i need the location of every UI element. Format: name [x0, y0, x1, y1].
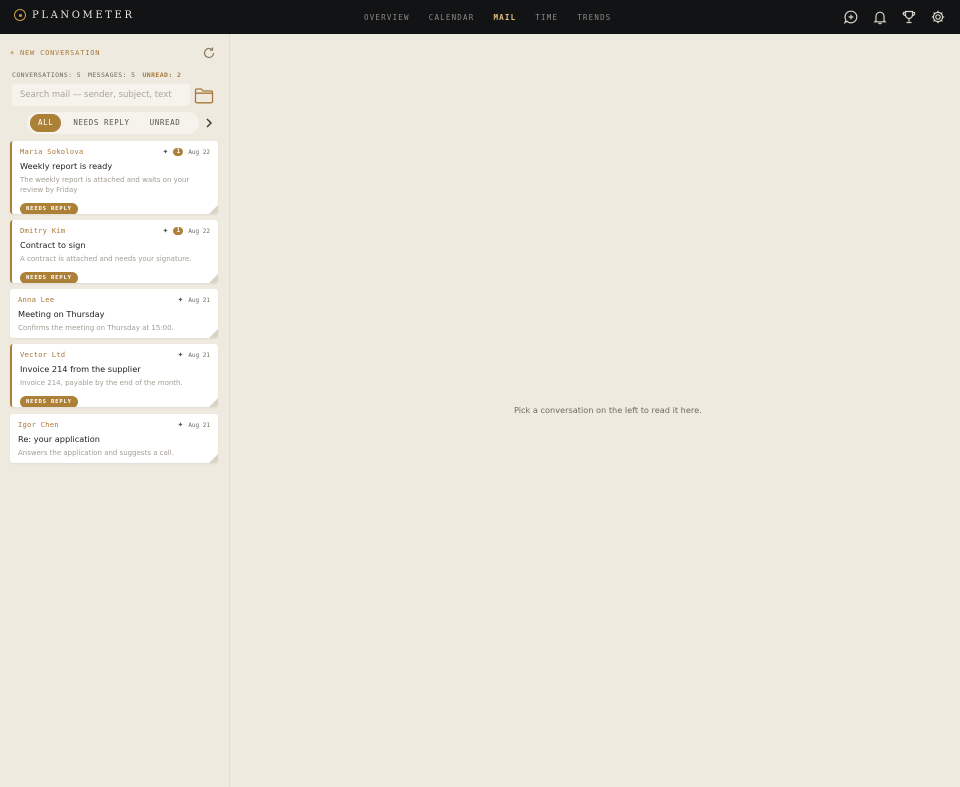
folder-icon[interactable] — [194, 87, 214, 104]
conversation-meta: ✦ 1 Aug 22 — [162, 148, 210, 156]
conversation-preview: Answers the application and suggests a c… — [18, 449, 174, 457]
conversations-count: CONVERSATIONS: 5 — [12, 71, 82, 79]
unread-count-badge: 1 — [173, 148, 184, 156]
conversation-date: Aug 21 — [188, 421, 210, 429]
filter-unread[interactable]: UNREAD — [142, 114, 189, 132]
nav-time[interactable]: TIME — [535, 13, 558, 22]
conversation-preview: The weekly report is attached and waits … — [20, 176, 190, 194]
star-icon[interactable]: ✦ — [162, 227, 168, 235]
conversation-card[interactable]: Dmitry Kim ✦ 1 Aug 22 Contract to sign A… — [10, 220, 218, 283]
star-icon[interactable]: ✦ — [177, 351, 183, 359]
unread-count: UNREAD: 2 — [142, 71, 182, 79]
nav-calendar[interactable]: CALENDAR — [429, 13, 475, 22]
conversation-meta: ✦ Aug 21 — [177, 421, 210, 429]
compose-chat-icon[interactable] — [843, 9, 859, 25]
gear-icon[interactable] — [930, 9, 946, 25]
search-input[interactable] — [12, 84, 190, 106]
conversation-date: Aug 21 — [188, 296, 210, 304]
conversation-date: Aug 21 — [188, 351, 210, 359]
conversation-subject: Invoice 214 from the supplier — [20, 364, 141, 374]
brand[interactable]: PLANOMETER — [14, 9, 135, 21]
brand-name: PLANOMETER — [32, 9, 135, 21]
brand-logo-icon — [14, 9, 26, 21]
chevron-right-icon[interactable] — [203, 115, 215, 131]
conversation-subject: Contract to sign — [20, 240, 86, 250]
filter-needs-reply[interactable]: NEEDS REPLY — [65, 114, 137, 132]
needs-reply-badge: NEEDS REPLY — [20, 396, 78, 407]
star-icon[interactable]: ✦ — [177, 421, 183, 429]
needs-reply-badge: NEEDS REPLY — [20, 203, 78, 214]
conversation-card[interactable]: Anna Lee ✦ Aug 21 Meeting on Thursday Co… — [10, 289, 218, 338]
conversation-meta: ✦ Aug 21 — [177, 296, 210, 304]
mail-stats: CONVERSATIONS: 5 MESSAGES: 5 UNREAD: 2 — [12, 71, 181, 79]
trophy-icon[interactable] — [901, 9, 917, 25]
conversation-date: Aug 22 — [188, 148, 210, 156]
conversation-subject: Re: your application — [18, 434, 100, 444]
conversation-subject: Meeting on Thursday — [18, 309, 105, 319]
conversation-meta: ✦ Aug 21 — [177, 351, 210, 359]
nav-mail[interactable]: MAIL — [493, 13, 516, 22]
star-icon[interactable]: ✦ — [177, 296, 183, 304]
messages-count: MESSAGES: 5 — [88, 71, 136, 79]
filter-tabs: ALL NEEDS REPLY UNREAD — [27, 112, 199, 134]
mail-sidebar: + NEW CONVERSATION CONVERSATIONS: 5 MESS… — [0, 34, 230, 787]
conversation-preview: Confirms the meeting on Thursday at 15:0… — [18, 324, 174, 332]
star-icon[interactable]: ✦ — [162, 148, 168, 156]
bell-icon[interactable] — [872, 9, 888, 25]
conversation-date: Aug 22 — [188, 227, 210, 235]
new-conversation-button[interactable]: + NEW CONVERSATION — [10, 49, 100, 57]
top-bar: PLANOMETER OVERVIEW CALENDAR MAIL TIME T… — [0, 0, 960, 34]
conversation-card[interactable]: Igor Chen ✦ Aug 21 Re: your application … — [10, 414, 218, 463]
top-icons — [843, 9, 946, 25]
nav-trends[interactable]: TRENDS — [577, 13, 611, 22]
conversation-preview: A contract is attached and needs your si… — [20, 255, 192, 263]
conversation-card[interactable]: Maria Sokolova ✦ 1 Aug 22 Weekly report … — [10, 141, 218, 214]
unread-count-badge: 1 — [173, 227, 184, 235]
nav-overview[interactable]: OVERVIEW — [364, 13, 410, 22]
conversation-card[interactable]: Vector Ltd ✦ Aug 21 Invoice 214 from the… — [10, 344, 218, 407]
main-nav: OVERVIEW CALENDAR MAIL TIME TRENDS — [364, 0, 631, 34]
conversation-subject: Weekly report is ready — [20, 161, 113, 171]
filter-all[interactable]: ALL — [30, 114, 62, 132]
conversation-preview: Invoice 214, payable by the end of the m… — [20, 379, 183, 387]
empty-state-text: Pick a conversation on the left to read … — [514, 405, 702, 415]
needs-reply-badge: NEEDS REPLY — [20, 272, 78, 283]
conversation-meta: ✦ 1 Aug 22 — [162, 227, 210, 235]
refresh-icon[interactable] — [202, 46, 216, 60]
